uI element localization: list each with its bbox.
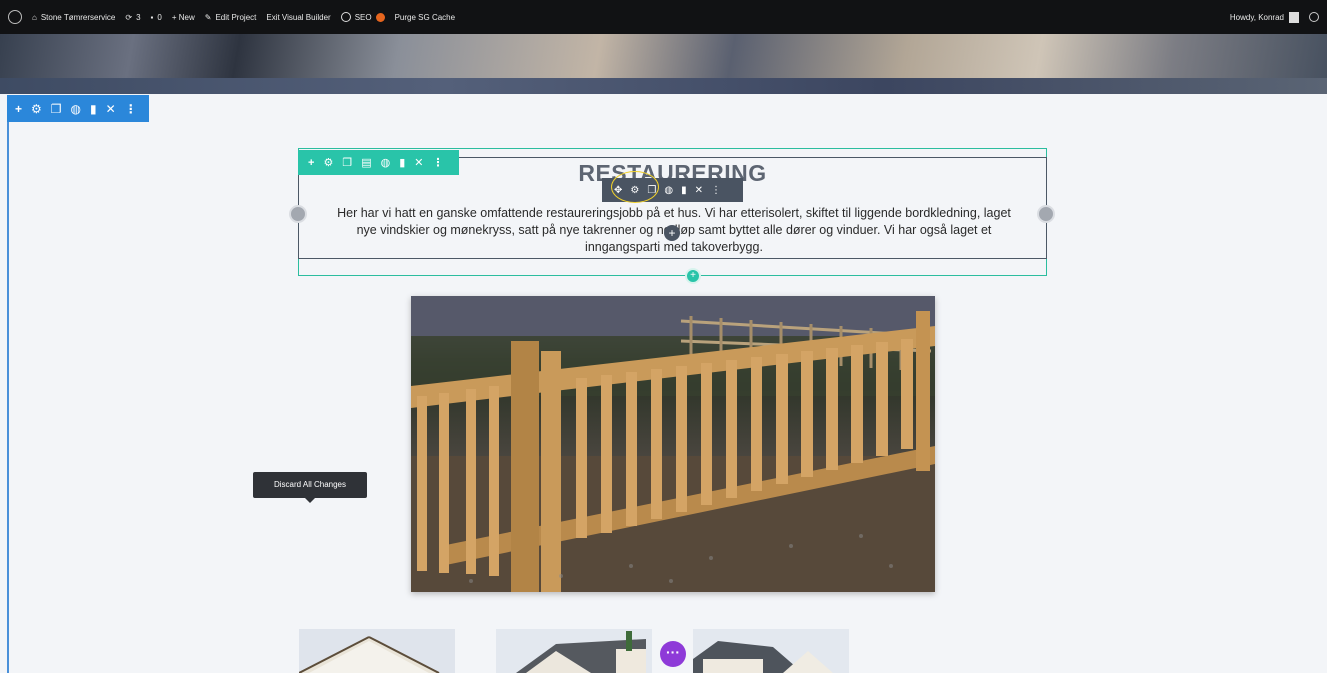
gallery-image[interactable]: [693, 629, 849, 673]
add-module-button[interactable]: +: [664, 225, 680, 241]
account-greeting[interactable]: Howdy, Konrad: [1230, 13, 1284, 22]
house-illustration: [496, 629, 652, 673]
more-icon[interactable]: ⋮: [125, 102, 137, 116]
exit-visual-builder-link[interactable]: Exit Visual Builder: [266, 13, 330, 22]
comments-link[interactable]: ▪ 0: [151, 13, 162, 22]
trash-icon[interactable]: ▮: [90, 102, 97, 116]
close-icon[interactable]: ✕: [106, 102, 116, 116]
close-icon[interactable]: ✕: [695, 185, 703, 196]
hero-band: [0, 78, 1327, 94]
house-illustration: [693, 629, 849, 673]
hero-image: [0, 34, 1327, 94]
notification-badge: [375, 12, 385, 22]
pencil-icon: ✎: [204, 12, 212, 22]
house-illustration: [299, 629, 455, 673]
admin-bar: ⌂ Stone Tømrerservice ⟳ 3 ▪ 0 + New ✎ Ed…: [0, 0, 1327, 34]
add-row-button[interactable]: +: [685, 268, 701, 284]
row-left-resize-handle[interactable]: [289, 205, 307, 223]
globe-icon[interactable]: ◍: [664, 185, 673, 196]
gallery-image[interactable]: [299, 629, 455, 673]
more-icon[interactable]: ⋮: [711, 185, 721, 196]
duplicate-icon[interactable]: ❐: [51, 102, 62, 116]
seo-icon: [340, 12, 351, 22]
edit-project-link[interactable]: ✎ Edit Project: [205, 13, 257, 22]
discard-changes-tooltip[interactable]: Discard All Changes: [253, 472, 367, 503]
seo-menu[interactable]: SEO: [340, 12, 385, 22]
section-toolbar: + ⚙ ❐ ◍ ▮ ✕ ⋮: [7, 95, 149, 122]
site-name-link[interactable]: ⌂ Stone Tømrerservice: [32, 13, 115, 22]
gallery-image[interactable]: [496, 629, 652, 673]
avatar[interactable]: [1289, 11, 1299, 23]
section-outline: [7, 122, 9, 673]
highlight-circle: [611, 171, 659, 203]
wordpress-logo-icon[interactable]: [8, 10, 22, 24]
search-icon[interactable]: [1309, 12, 1319, 22]
row-right-resize-handle[interactable]: [1037, 205, 1055, 223]
purge-cache-link[interactable]: Purge SG Cache: [395, 13, 455, 22]
more-options-button[interactable]: ···: [660, 641, 686, 667]
globe-icon[interactable]: ◍: [71, 102, 81, 116]
comment-icon: ▪: [150, 12, 154, 22]
new-content-link[interactable]: + New: [172, 13, 195, 22]
trash-icon[interactable]: ▮: [681, 185, 687, 196]
refresh-icon: ⟳: [125, 12, 133, 22]
plus-icon[interactable]: +: [15, 102, 22, 116]
gear-icon[interactable]: ⚙: [31, 102, 42, 116]
updates-link[interactable]: ⟳ 3: [125, 13, 140, 22]
home-icon: ⌂: [32, 12, 37, 22]
fence-photo[interactable]: [411, 296, 935, 592]
fence-illustration: [411, 296, 935, 592]
